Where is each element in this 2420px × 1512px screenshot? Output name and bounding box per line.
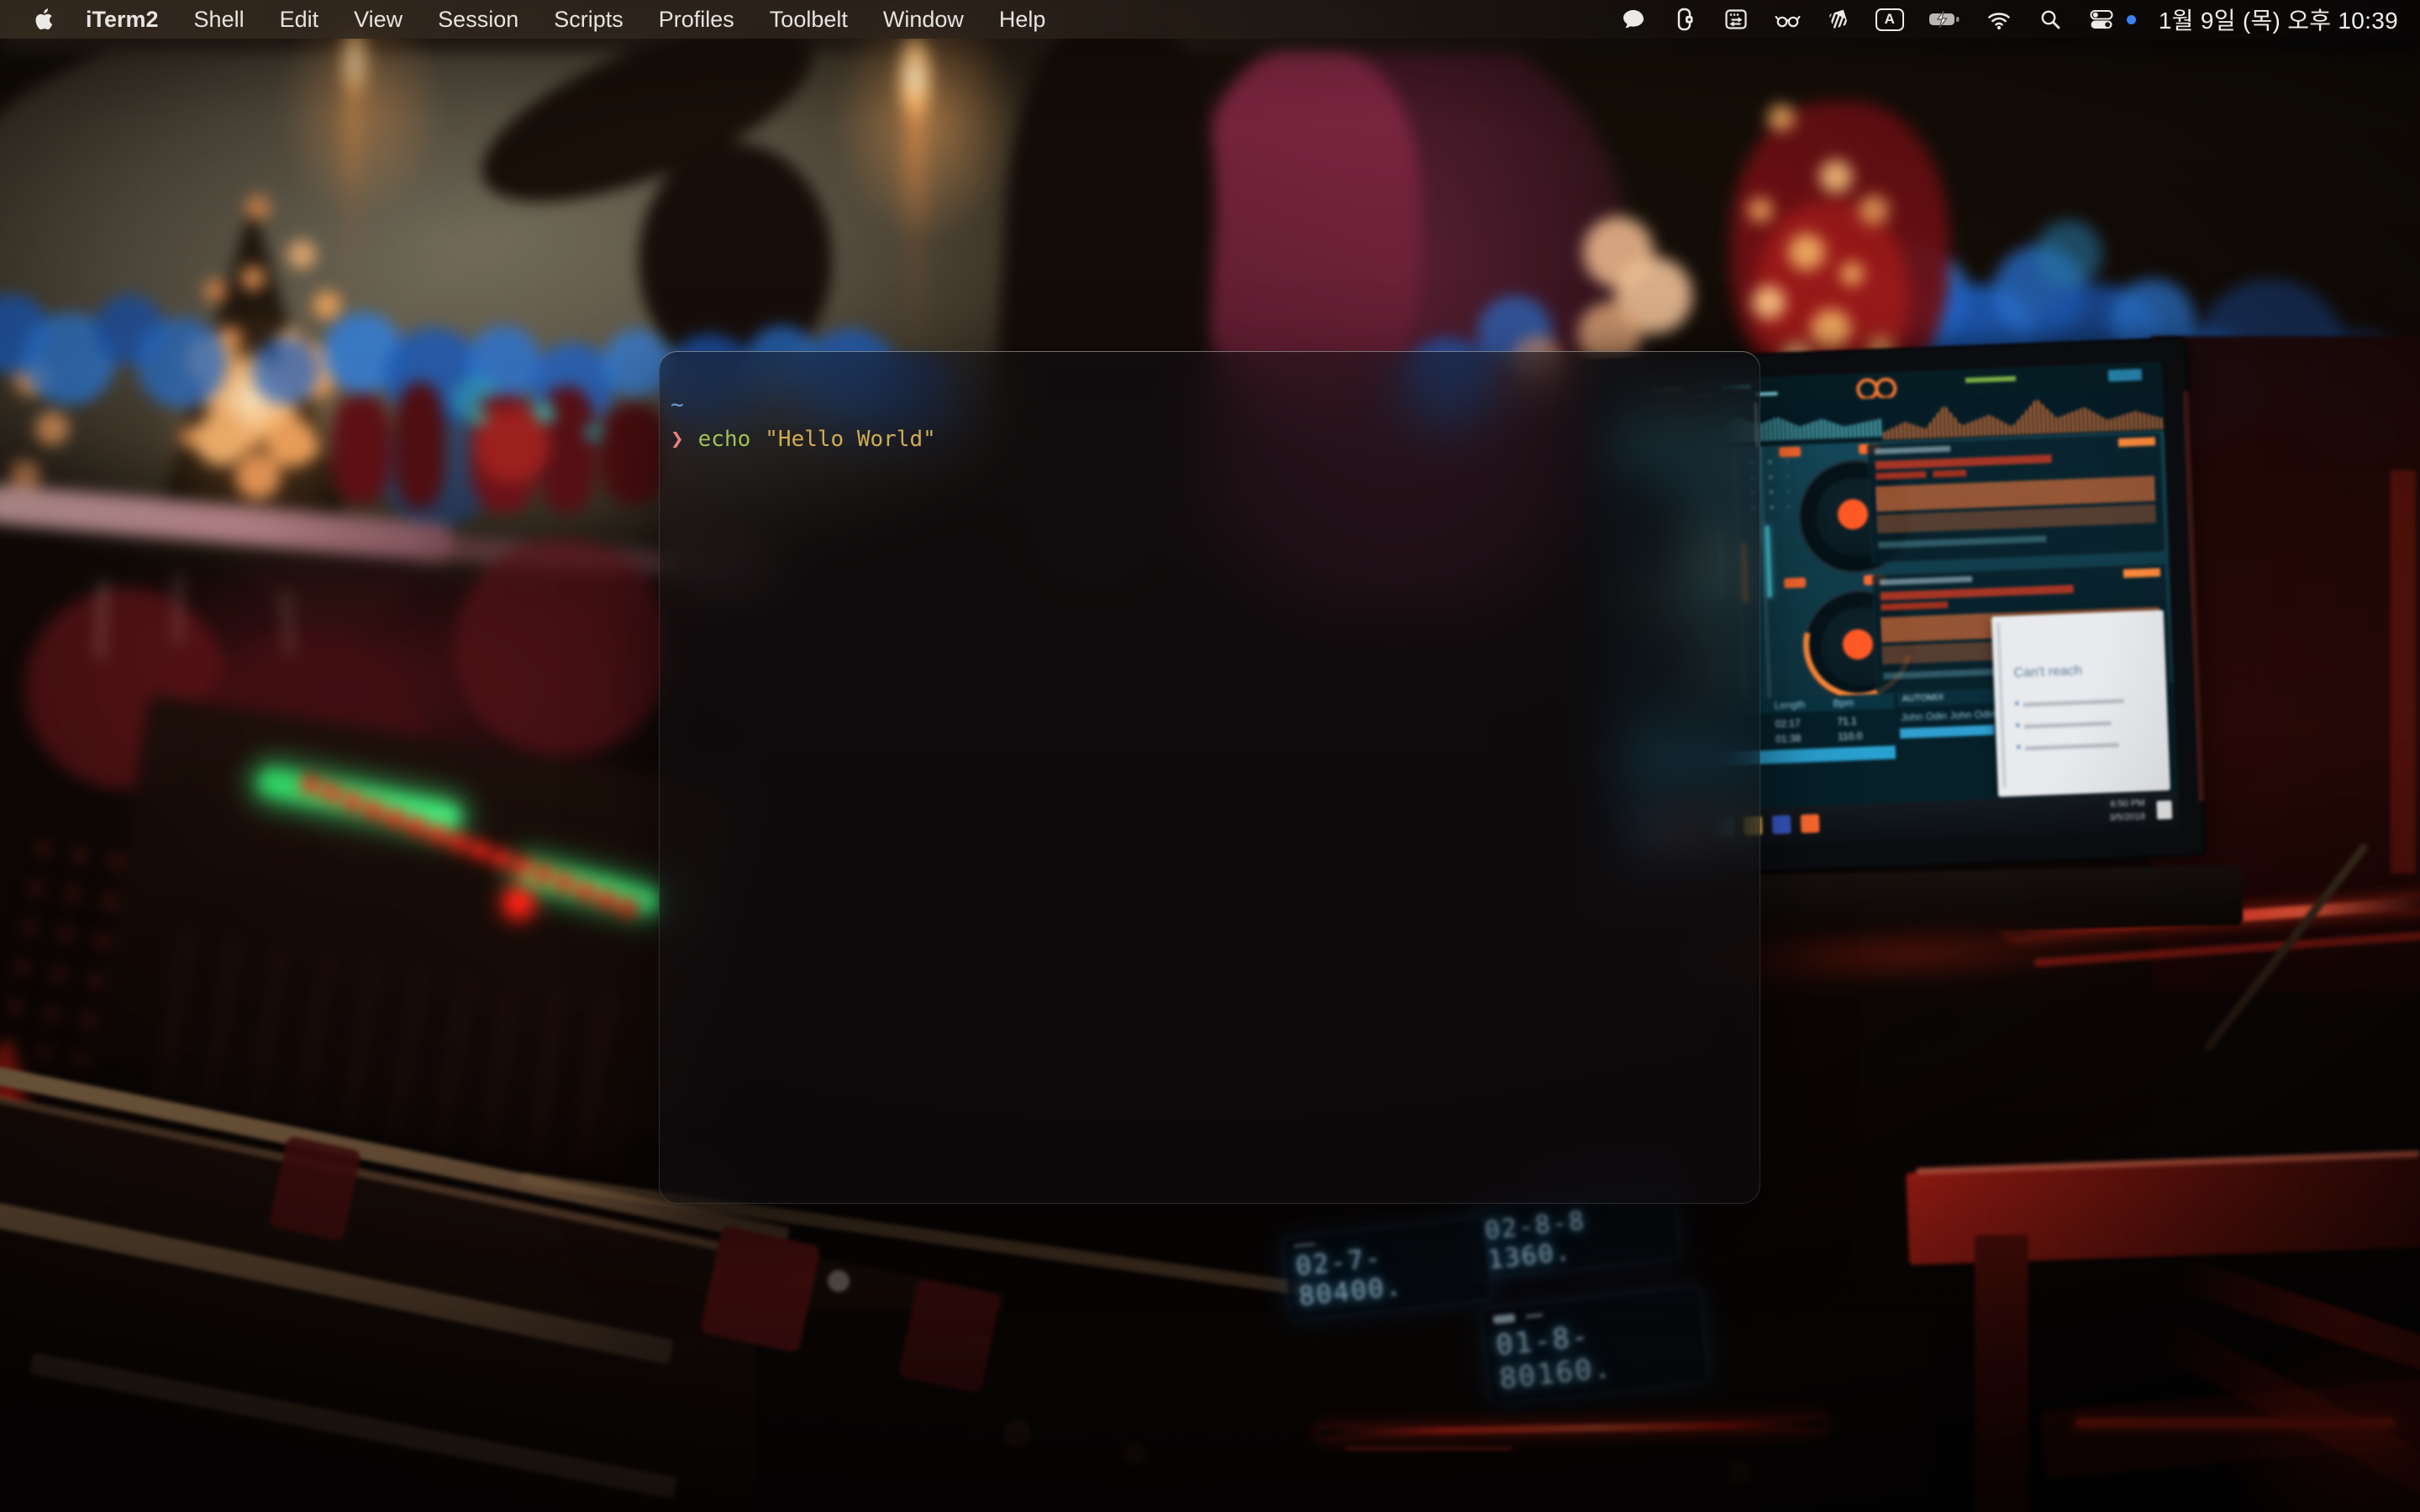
laptop-clock: 6:50 PM — [2110, 798, 2144, 810]
hatched-tile-icon[interactable] — [1824, 5, 1853, 34]
command-argument: "Hello World" — [765, 427, 936, 452]
browser-error-popup: Can't reach — [1991, 610, 2170, 797]
automix-label: AUTOMIX — [1902, 692, 1944, 704]
apple-menu[interactable] — [27, 5, 55, 34]
menu-item-scripts[interactable]: Scripts — [554, 7, 623, 33]
menu-item-iterm2[interactable]: iTerm2 — [86, 7, 159, 33]
menu-item-window[interactable]: Window — [883, 7, 964, 33]
menu-item-view[interactable]: View — [354, 7, 402, 33]
popup-title: Can't reach — [2013, 664, 2082, 681]
menu-item-help[interactable]: Help — [999, 7, 1046, 33]
browser-row: John Odin John Odin — [1901, 708, 1996, 723]
desktop: 02-8-8 1360. 02-7-80400. 01-8-80160. — [0, 0, 2420, 1512]
iphone-mirroring-icon[interactable] — [1670, 5, 1699, 34]
apple-logo-icon — [31, 7, 52, 32]
menu-item-shell[interactable]: Shell — [194, 7, 245, 33]
iterm2-terminal-window[interactable]: ~ ❯ echo "Hello World" — [659, 351, 1760, 1204]
browser-col-length: Length — [1774, 699, 1805, 711]
browser-col-bpm: Bpm — [1833, 696, 1854, 709]
menu-bar-clock[interactable]: 1월 9일 (목) 오후 10:39 — [2159, 3, 2398, 36]
display-arrows-icon[interactable] — [1722, 5, 1750, 34]
notification-dot — [2127, 15, 2136, 24]
command-text: echo — [698, 427, 751, 452]
terminal-prompt-line[interactable]: ❯ echo "Hello World" — [671, 423, 1744, 457]
terminal-cwd-line: ~ — [671, 388, 1744, 423]
macos-menu-bar: iTerm2 Shell Edit View Session Scripts P… — [0, 0, 2420, 39]
input-source-label: A — [1885, 11, 1895, 28]
wifi-icon[interactable] — [1985, 5, 2013, 34]
messages-icon[interactable] — [1619, 5, 1648, 34]
prompt-symbol: ❯ — [671, 427, 684, 452]
control-center-icon[interactable] — [2087, 5, 2116, 34]
track-panel — [1867, 433, 2165, 563]
input-source-icon[interactable]: A — [1876, 8, 1904, 31]
terminal-cwd: ~ — [671, 392, 684, 417]
eyeglasses-icon[interactable] — [1773, 5, 1802, 34]
spotlight-icon[interactable] — [2036, 5, 2065, 34]
menu-item-toolbelt[interactable]: Toolbelt — [770, 7, 848, 33]
menu-item-session[interactable]: Session — [438, 7, 518, 33]
menu-item-profiles[interactable]: Profiles — [659, 7, 734, 33]
laptop-date: 3/5/2018 — [2109, 811, 2145, 823]
menu-item-edit[interactable]: Edit — [280, 7, 319, 33]
battery-charging-icon[interactable] — [1927, 5, 1962, 34]
